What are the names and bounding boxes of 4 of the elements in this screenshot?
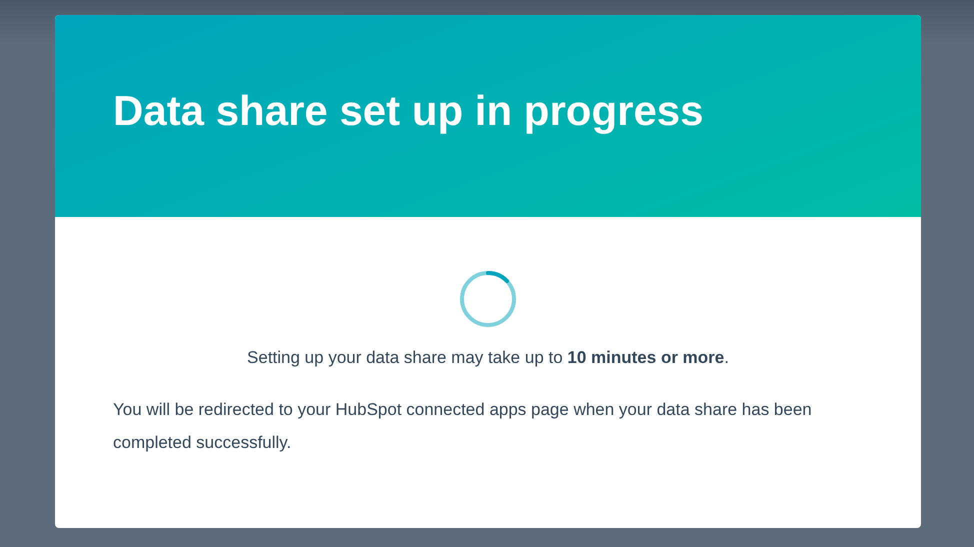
- redirect-note: You will be redirected to your HubSpot connected apps page when your data share has been completed successfully.: [113, 398, 813, 454]
- loading-spinner-icon: [459, 270, 517, 328]
- modal-title: Data share set up in progress: [113, 86, 704, 136]
- setup-message: Setting up your data share may take up to 10 minutes or more.: [247, 347, 729, 369]
